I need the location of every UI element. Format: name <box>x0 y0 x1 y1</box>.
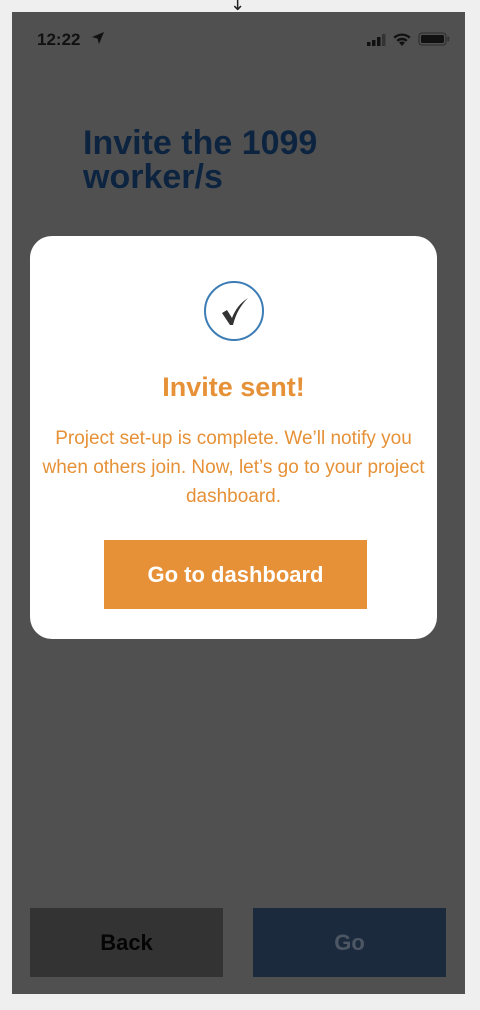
go-to-dashboard-button[interactable]: Go to dashboard <box>104 540 367 609</box>
dialog-message: Project set-up is complete. We’ll notify… <box>42 428 425 507</box>
signal-bars-icon <box>367 34 386 46</box>
phone-screen: 12:22 Invite the 1099 worker/s Invite se… <box>12 12 465 994</box>
status-time: 12:22 <box>37 30 81 49</box>
location-arrow-icon <box>92 32 104 44</box>
invite-sent-dialog: Invite sent! Project set-up is complete.… <box>30 236 437 639</box>
battery-icon <box>418 32 450 46</box>
back-button[interactable]: Back <box>30 908 223 977</box>
go-button[interactable]: Go <box>253 908 446 977</box>
dialog-title: Invite sent! <box>162 372 305 402</box>
status-bar: 12:22 <box>12 12 465 68</box>
checkmark-circle-icon <box>204 281 264 341</box>
page-title: Invite the 1099 worker/s <box>83 124 318 196</box>
wifi-icon <box>393 33 411 46</box>
checkmark-icon <box>222 298 248 325</box>
